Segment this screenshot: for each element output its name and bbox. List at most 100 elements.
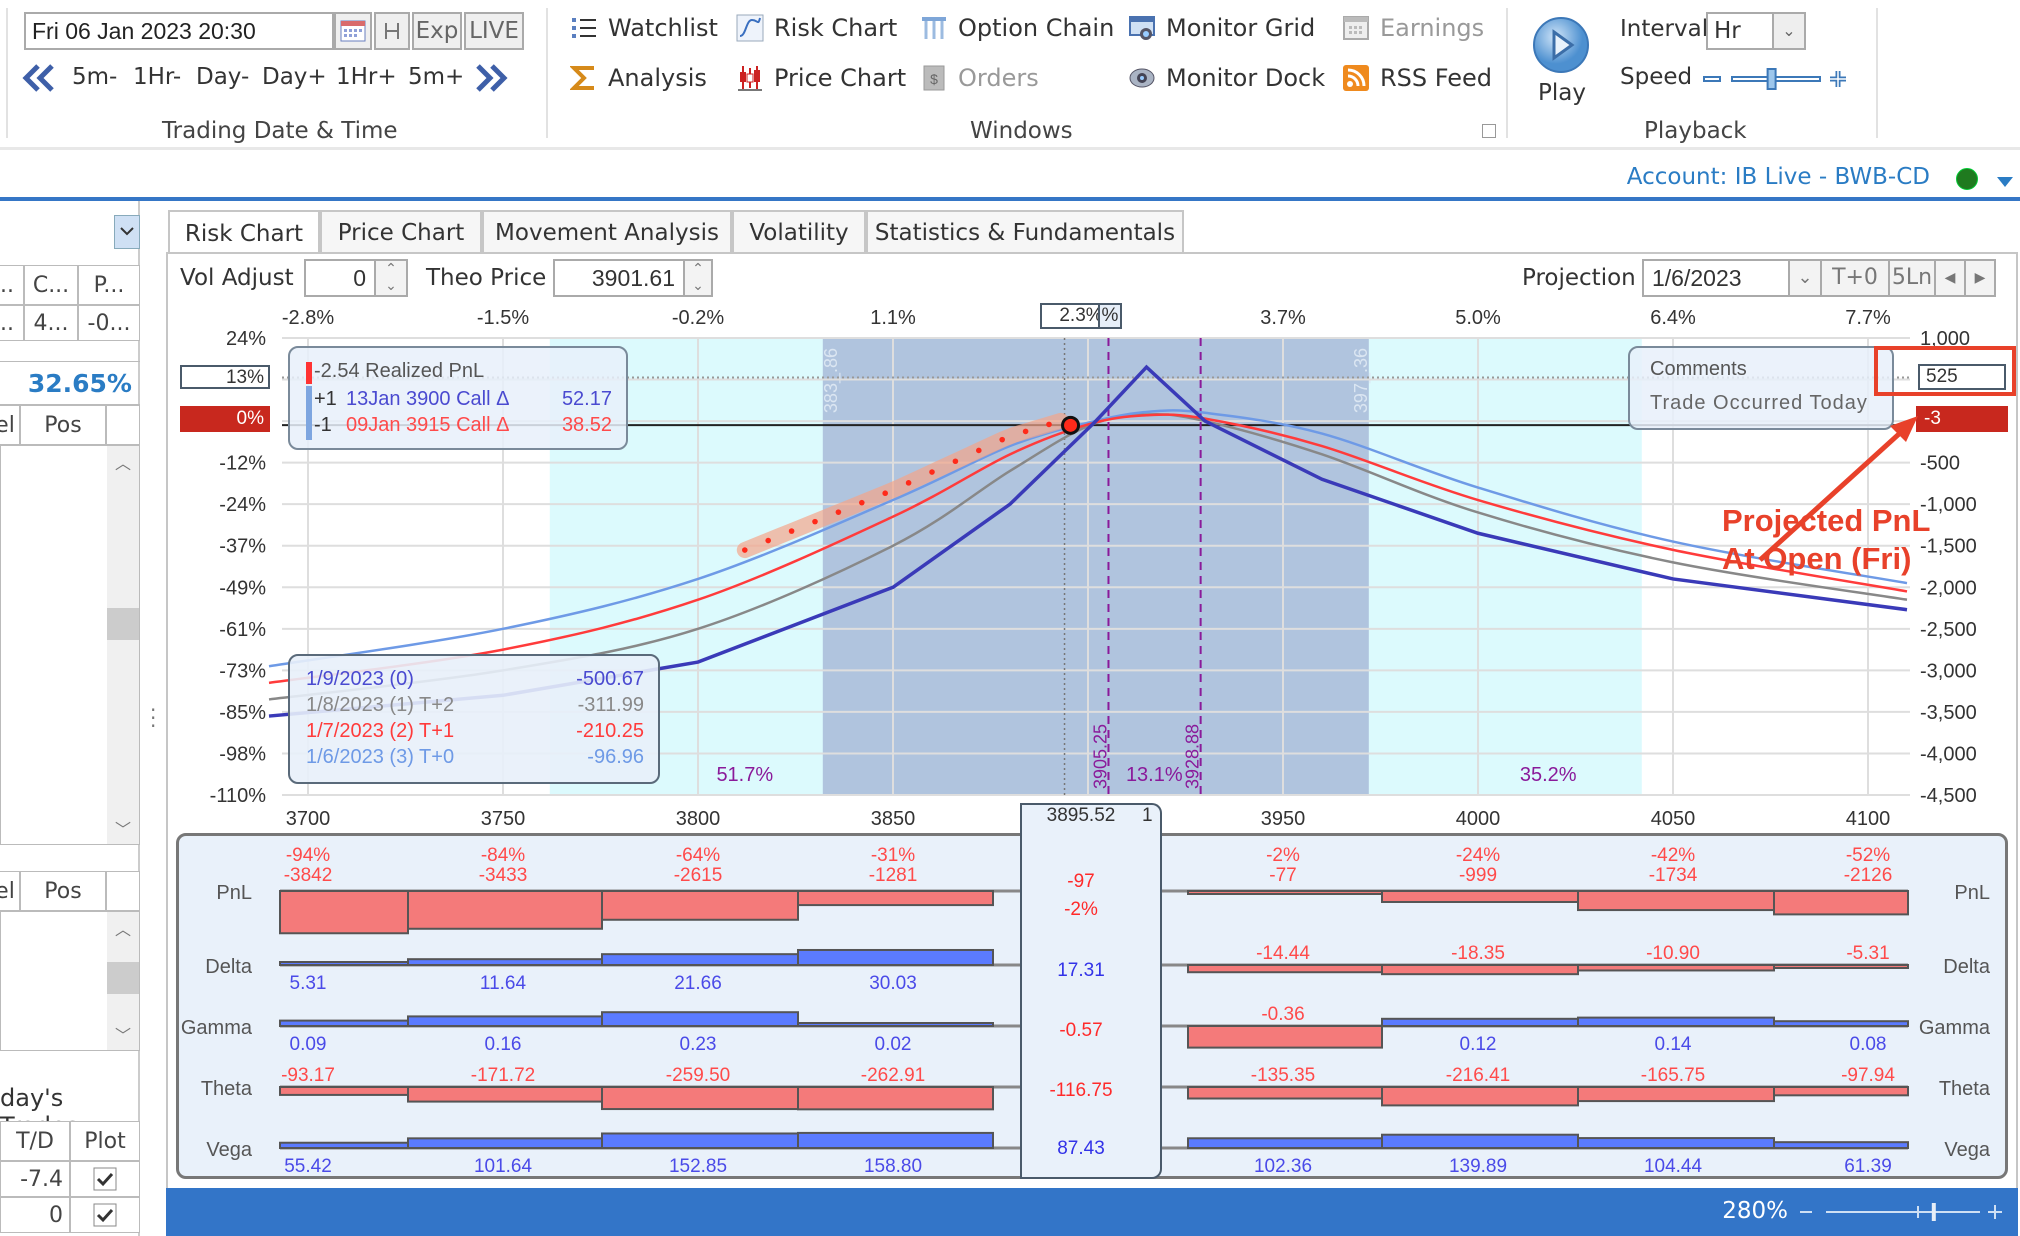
status-bar: 280%	[166, 1188, 2018, 1236]
greek-bar	[797, 948, 994, 966]
greek-bar	[601, 953, 799, 966]
greek-row-label: Delta	[205, 956, 253, 978]
greek-pnl-pct: -31%	[871, 845, 915, 866]
greek-value: 0.08	[1850, 1034, 1887, 1055]
greek-bar	[1773, 1141, 1909, 1150]
greek-bar	[601, 1011, 799, 1028]
greek-pnl-pct: -94%	[286, 845, 330, 866]
zoom-in-icon	[1988, 1205, 2002, 1219]
cursor-column-tab: 1	[1140, 803, 1162, 1179]
greek-row-label: Theta	[201, 1078, 253, 1100]
greek-pnl-pct: -64%	[676, 845, 720, 866]
greek-bar	[797, 890, 994, 907]
greek-bar	[1577, 890, 1775, 912]
greek-value: -5.31	[1846, 943, 1889, 964]
greek-pnl-pct: -24%	[1456, 845, 1500, 866]
greek-bar	[1381, 964, 1579, 976]
greek-value: -135.35	[1251, 1065, 1315, 1086]
cursor-gamma: -0.57	[1059, 1020, 1103, 1041]
zoom-slider-track	[1800, 1203, 2002, 1221]
greek-bar	[1577, 1137, 1775, 1150]
greek-bar	[407, 958, 603, 966]
greek-bar	[1773, 890, 1909, 916]
greek-pnl-value: -2615	[674, 865, 723, 886]
greek-row-label: PnL	[216, 882, 252, 904]
greek-bar	[1773, 1086, 1909, 1097]
cursor-price: 3895.52	[1046, 805, 1116, 826]
greek-value: -0.36	[1261, 1004, 1304, 1025]
greek-value: 11.64	[480, 973, 527, 994]
greek-value: 104.44	[1644, 1156, 1703, 1177]
greek-bar	[407, 1137, 603, 1150]
greek-value: 102.36	[1254, 1156, 1312, 1177]
greek-pnl-pct: -42%	[1651, 845, 1695, 866]
cursor-vega: 87.43	[1057, 1138, 1105, 1159]
greek-value: -216.41	[1446, 1065, 1510, 1086]
greek-pnl-value: -1281	[869, 865, 918, 886]
greek-bar	[1381, 1086, 1579, 1107]
greek-bar	[279, 890, 409, 935]
greek-row-label: Vega	[1944, 1139, 1990, 1161]
greek-bar	[797, 1022, 994, 1027]
greek-bar	[1187, 1025, 1383, 1049]
greek-value: -262.91	[861, 1065, 925, 1086]
greek-bar	[601, 890, 799, 921]
cursor-pnl-pct: -2%	[1064, 899, 1098, 920]
greek-bar	[1187, 1086, 1383, 1100]
greek-value: 0.16	[485, 1034, 522, 1055]
greek-bar	[279, 961, 409, 966]
greek-bar	[1187, 1137, 1383, 1149]
greek-value: -18.35	[1451, 943, 1505, 964]
greek-pnl-value: -1734	[1649, 865, 1698, 886]
greek-value: -171.72	[471, 1065, 535, 1086]
greek-row-label: Gamma	[1919, 1017, 1991, 1039]
greek-bar	[797, 1131, 994, 1149]
greek-value: 55.42	[284, 1156, 332, 1177]
greek-value: 0.14	[1655, 1034, 1692, 1055]
greek-value: 152.85	[669, 1156, 727, 1177]
greek-value: 158.80	[864, 1156, 922, 1177]
greek-value: -14.44	[1256, 943, 1310, 964]
greek-bar	[1187, 890, 1383, 895]
greek-bar	[407, 1086, 603, 1103]
greek-bar	[601, 1132, 799, 1149]
greek-bar	[407, 1015, 603, 1028]
greek-row-label: Theta	[1939, 1078, 1991, 1100]
cursor-price-suffix: 1	[1142, 805, 1153, 826]
greek-pnl-pct: -84%	[481, 845, 525, 866]
greek-bar	[1381, 1133, 1579, 1149]
greek-bar	[797, 1086, 994, 1111]
greek-bar	[1577, 964, 1775, 972]
greek-row-label: PnL	[1954, 882, 1990, 904]
greek-bar	[1773, 964, 1909, 969]
greek-pnl-pct: -2%	[1266, 845, 1300, 866]
greek-value: 0.12	[1460, 1034, 1497, 1055]
greek-bar	[279, 1141, 409, 1150]
greek-bar	[601, 1086, 799, 1111]
greek-pnl-value: -3842	[284, 865, 333, 886]
greek-row-label: Delta	[1943, 956, 1991, 978]
greek-bar	[1577, 1086, 1775, 1103]
greek-value: 139.89	[1449, 1156, 1507, 1177]
greek-value: 61.39	[1844, 1156, 1892, 1177]
greek-row-label: Gamma	[181, 1017, 253, 1039]
greek-pnl-value: -2126	[1844, 865, 1893, 886]
greek-bar	[279, 1019, 409, 1027]
greek-row-label: Vega	[206, 1139, 252, 1161]
greek-pnl-pct: -52%	[1846, 845, 1890, 866]
greek-value: 0.09	[290, 1034, 327, 1055]
greek-bar	[1773, 1020, 1909, 1028]
greek-value: 0.23	[680, 1034, 717, 1055]
greek-value: -10.90	[1646, 943, 1700, 964]
zoom-slider[interactable]	[1796, 1200, 2006, 1224]
greek-bar	[407, 890, 603, 930]
greek-pnl-value: -999	[1459, 865, 1497, 886]
greek-value: 5.31	[290, 973, 327, 994]
greek-bar	[1187, 964, 1383, 974]
greeks-chart: PnL PnL Delta Delta Gamma Gamma Theta Theta Vega…	[181, 845, 1991, 1177]
greek-bar	[279, 1086, 409, 1096]
zoom-level: 280%	[1722, 1198, 1788, 1224]
zoom-slider-thumb	[1931, 1203, 1936, 1221]
greek-value: 21.66	[674, 973, 722, 994]
greek-bar	[1381, 890, 1579, 903]
